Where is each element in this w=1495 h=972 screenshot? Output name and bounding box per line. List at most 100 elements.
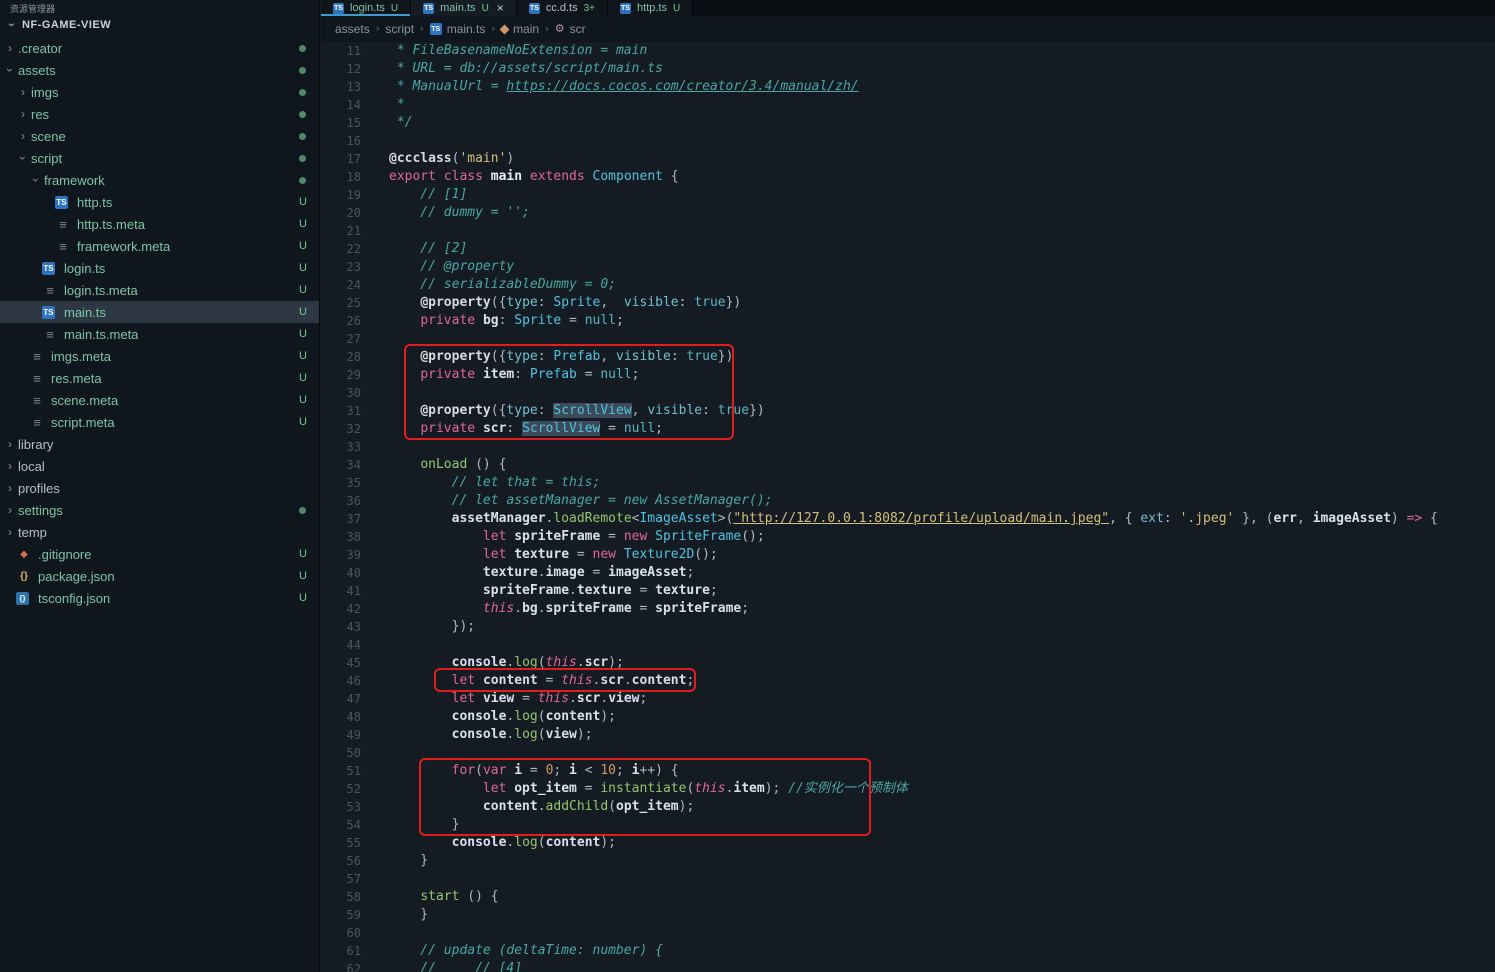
tree-item-imgs[interactable]: ›imgs	[0, 81, 319, 103]
code-line[interactable]: 31 @property({type: ScrollView, visible:…	[321, 402, 1495, 420]
code-line[interactable]: 21	[321, 222, 1495, 240]
line-number[interactable]: 37	[321, 510, 361, 528]
code-line[interactable]: 54 }	[321, 816, 1495, 834]
code-line[interactable]: 61 // update (deltaTime: number) {	[321, 942, 1495, 960]
code-line[interactable]: 40 texture.image = imageAsset;	[321, 564, 1495, 582]
code-line[interactable]: 28 @property({type: Prefab, visible: tru…	[321, 348, 1495, 366]
tree-item-tsconfig-json[interactable]: {}tsconfig.jsonU	[0, 587, 319, 609]
code-line[interactable]: 19 // [1]	[321, 186, 1495, 204]
line-number[interactable]: 15	[321, 114, 361, 132]
code-line[interactable]: 47 let view = this.scr.view;	[321, 690, 1495, 708]
code-line[interactable]: 55 console.log(content);	[321, 834, 1495, 852]
code-line[interactable]: 35 // let that = this;	[321, 474, 1495, 492]
code-line[interactable]: 13 * ManualUrl = https://docs.cocos.com/…	[321, 78, 1495, 96]
breadcrumb-item-script[interactable]: script	[385, 22, 414, 36]
code-line[interactable]: 29 private item: Prefab = null;	[321, 366, 1495, 384]
code-line[interactable]: 25 @property({type: Sprite, visible: tru…	[321, 294, 1495, 312]
line-number[interactable]: 59	[321, 906, 361, 924]
line-number[interactable]: 42	[321, 600, 361, 618]
code-line[interactable]: 46 let content = this.scr.content;	[321, 672, 1495, 690]
code-line[interactable]: 30	[321, 384, 1495, 402]
line-number[interactable]: 50	[321, 744, 361, 762]
code-line[interactable]: 16	[321, 132, 1495, 150]
line-number[interactable]: 56	[321, 852, 361, 870]
line-number[interactable]: 11	[321, 42, 361, 60]
line-number[interactable]: 23	[321, 258, 361, 276]
tree-item-http-ts[interactable]: TShttp.tsU	[0, 191, 319, 213]
breadcrumb-item-main[interactable]: main	[501, 22, 539, 36]
line-number[interactable]: 45	[321, 654, 361, 672]
tree-item-assets[interactable]: ›assets	[0, 59, 319, 81]
code-line[interactable]: 34 onLoad () {	[321, 456, 1495, 474]
line-number[interactable]: 36	[321, 492, 361, 510]
line-number[interactable]: 51	[321, 762, 361, 780]
code-line[interactable]: 53 content.addChild(opt_item);	[321, 798, 1495, 816]
tree-item-temp[interactable]: ›temp	[0, 521, 319, 543]
line-number[interactable]: 22	[321, 240, 361, 258]
code-line[interactable]: 38 let spriteFrame = new SpriteFrame();	[321, 528, 1495, 546]
line-number[interactable]: 34	[321, 456, 361, 474]
tree-item-script[interactable]: ›script	[0, 147, 319, 169]
project-root-header[interactable]: › NF-GAME-VIEW	[0, 13, 319, 37]
code-line[interactable]: 42 this.bg.spriteFrame = spriteFrame;	[321, 600, 1495, 618]
line-number[interactable]: 35	[321, 474, 361, 492]
tree-item-scene[interactable]: ›scene	[0, 125, 319, 147]
line-number[interactable]: 29	[321, 366, 361, 384]
line-number[interactable]: 47	[321, 690, 361, 708]
code-line[interactable]: 12 * URL = db://assets/script/main.ts	[321, 60, 1495, 78]
code-line[interactable]: 62 // // [4]	[321, 960, 1495, 972]
line-number[interactable]: 25	[321, 294, 361, 312]
code-line[interactable]: 18export class main extends Component {	[321, 168, 1495, 186]
tree-item-library[interactable]: ›library	[0, 433, 319, 455]
code-line[interactable]: 32 private scr: ScrollView = null;	[321, 420, 1495, 438]
tab-login-ts[interactable]: TSlogin.tsU	[321, 0, 411, 16]
code-editor[interactable]: 11 * FileBasenameNoExtension = main12 * …	[321, 42, 1495, 972]
line-number[interactable]: 39	[321, 546, 361, 564]
line-number[interactable]: 12	[321, 60, 361, 78]
line-number[interactable]: 26	[321, 312, 361, 330]
code-line[interactable]: 52 let opt_item = instantiate(this.item)…	[321, 780, 1495, 798]
tree-item-login-ts-meta[interactable]: ≡login.ts.metaU	[0, 279, 319, 301]
line-number[interactable]: 60	[321, 924, 361, 942]
line-number[interactable]: 30	[321, 384, 361, 402]
tree-item-res[interactable]: ›res	[0, 103, 319, 125]
tree-item-framework-meta[interactable]: ≡framework.metaU	[0, 235, 319, 257]
code-line[interactable]: 37 assetManager.loadRemote<ImageAsset>("…	[321, 510, 1495, 528]
tree-item-gitignore[interactable]: ◆.gitignoreU	[0, 543, 319, 565]
tab-http-ts[interactable]: TShttp.tsU	[608, 0, 693, 16]
code-line[interactable]: 56 }	[321, 852, 1495, 870]
line-number[interactable]: 61	[321, 942, 361, 960]
line-number[interactable]: 55	[321, 834, 361, 852]
line-number[interactable]: 53	[321, 798, 361, 816]
code-line[interactable]: 36 // let assetManager = new AssetManage…	[321, 492, 1495, 510]
code-line[interactable]: 58 start () {	[321, 888, 1495, 906]
tree-item-framework[interactable]: ›framework	[0, 169, 319, 191]
line-number[interactable]: 33	[321, 438, 361, 456]
line-number[interactable]: 57	[321, 870, 361, 888]
line-number[interactable]: 43	[321, 618, 361, 636]
close-icon[interactable]: ×	[497, 1, 504, 15]
code-line[interactable]: 51 for(var i = 0; i < 10; i++) {	[321, 762, 1495, 780]
line-number[interactable]: 38	[321, 528, 361, 546]
code-line[interactable]: 60	[321, 924, 1495, 942]
line-number[interactable]: 28	[321, 348, 361, 366]
line-number[interactable]: 44	[321, 636, 361, 654]
line-number[interactable]: 54	[321, 816, 361, 834]
line-number[interactable]: 14	[321, 96, 361, 114]
tree-item-settings[interactable]: ›settings	[0, 499, 319, 521]
line-number[interactable]: 58	[321, 888, 361, 906]
breadcrumb-item-assets[interactable]: assets	[335, 22, 370, 36]
tree-item-scene-meta[interactable]: ≡scene.metaU	[0, 389, 319, 411]
tree-item-creator[interactable]: ›.creator	[0, 37, 319, 59]
line-number[interactable]: 24	[321, 276, 361, 294]
code-line[interactable]: 17@ccclass('main')	[321, 150, 1495, 168]
code-line[interactable]: 43 });	[321, 618, 1495, 636]
line-number[interactable]: 62	[321, 960, 361, 972]
code-line[interactable]: 11 * FileBasenameNoExtension = main	[321, 42, 1495, 60]
code-line[interactable]: 50	[321, 744, 1495, 762]
tree-item-script-meta[interactable]: ≡script.metaU	[0, 411, 319, 433]
line-number[interactable]: 48	[321, 708, 361, 726]
tree-item-package-json[interactable]: {}package.jsonU	[0, 565, 319, 587]
code-line[interactable]: 41 spriteFrame.texture = texture;	[321, 582, 1495, 600]
code-line[interactable]: 33	[321, 438, 1495, 456]
